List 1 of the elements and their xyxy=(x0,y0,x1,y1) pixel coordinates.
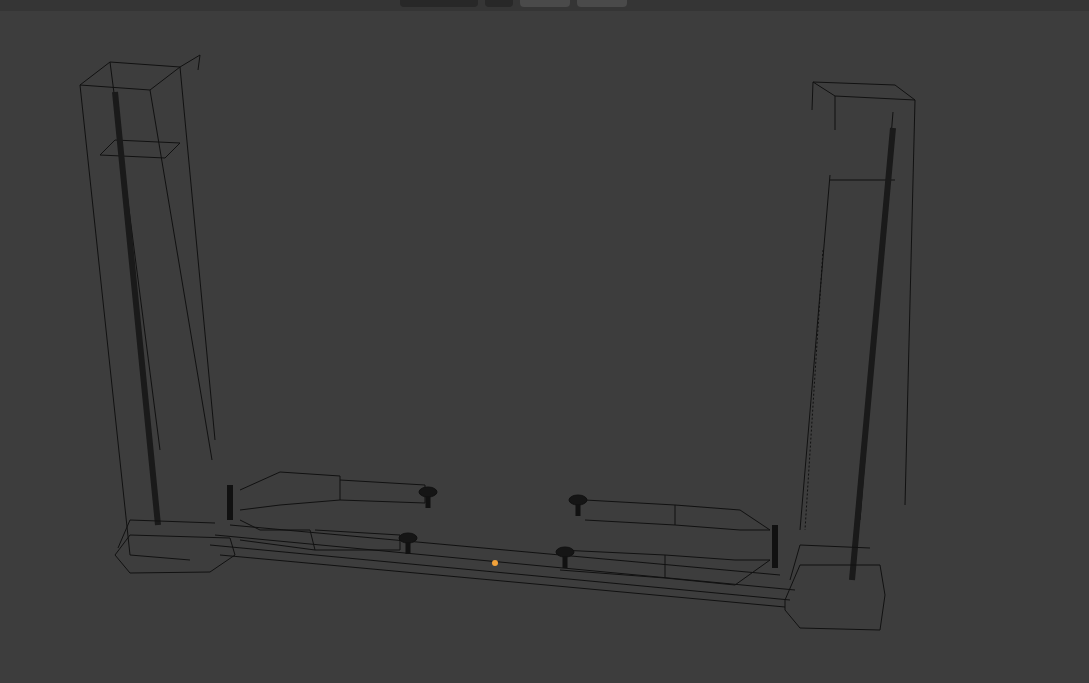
origin-marker-icon xyxy=(492,560,498,566)
